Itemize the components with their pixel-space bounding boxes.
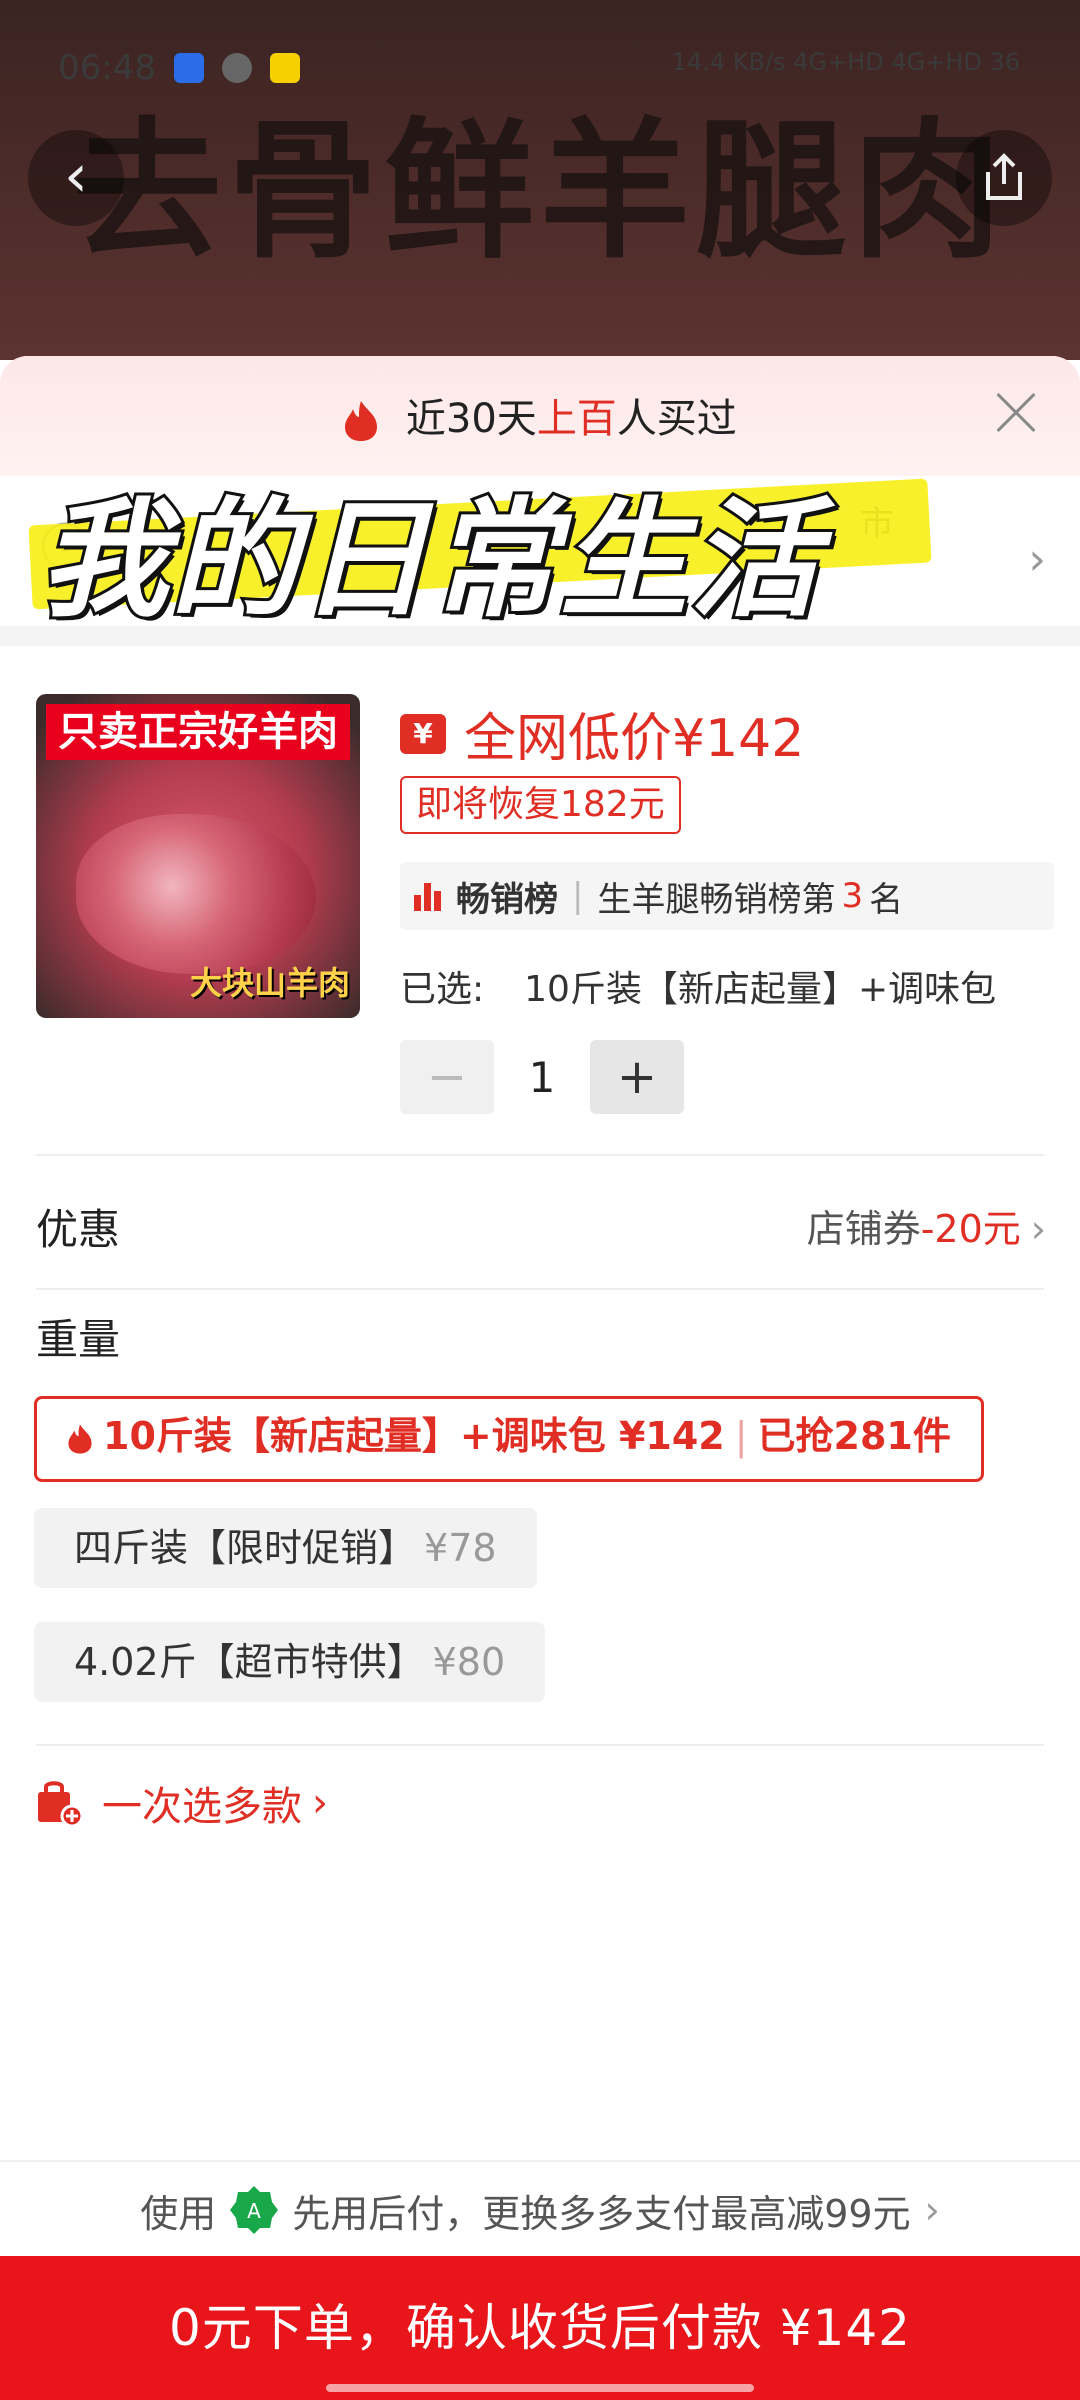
rank-bars-icon <box>414 883 441 911</box>
option-name: 4.02斤【超市特供】 <box>74 1640 425 1684</box>
divider <box>36 1744 1044 1746</box>
share-button[interactable] <box>956 130 1052 226</box>
decrease-button[interactable]: − <box>400 1040 494 1114</box>
weight-label: 重量 <box>36 1315 121 1364</box>
place-order-button[interactable]: 0元下单，确认收货后付款 ¥142 <box>0 2256 1080 2400</box>
status-time: 06:48 <box>58 48 156 88</box>
sold-highlight: 上百 <box>536 396 617 442</box>
rank-number: 3 <box>841 876 864 916</box>
app-notification-icon <box>173 53 204 83</box>
rank-suffix: 名 <box>869 879 904 920</box>
coupon-prefix: 店铺券 <box>806 1207 921 1251</box>
shopping-bag-icon <box>38 1781 84 1828</box>
bestseller-rank[interactable]: 畅销榜 | 生羊腿畅销榜第 3 名 <box>400 862 1054 930</box>
divider <box>36 1288 1044 1290</box>
chevron-right-icon: › <box>924 2188 940 2232</box>
weight-option[interactable]: 四斤装【限时促销】 ¥78 <box>34 1508 537 1588</box>
quantity-stepper: − 1 + <box>400 1040 684 1114</box>
pay-desc: 先用后付，更换多多支付最高减99元 <box>292 2191 911 2236</box>
close-icon[interactable] <box>990 386 1042 438</box>
app-badge-icon <box>269 53 300 83</box>
hero-banner-text: 去骨鲜羊腿肉 <box>71 105 1008 279</box>
pay-use-label: 使用 <box>140 2191 217 2236</box>
caption-text: 我的日常生活 <box>37 483 821 638</box>
option-sold: 已抢281件 <box>757 1414 951 1458</box>
rank-title: 畅销榜 <box>456 879 558 920</box>
quantity-value: 1 <box>528 1052 556 1102</box>
flame-icon <box>345 401 378 441</box>
address-chevron-icon[interactable]: › <box>1028 534 1046 585</box>
product-hero-image[interactable]: 去骨鲜羊腿肉 06:48 14.4 KB/s 4G+HD 4G+HD 36 ‹ <box>0 0 1080 360</box>
option-price: ¥80 <box>432 1640 506 1684</box>
weight-option-selected[interactable]: 10斤装【新店起量】+调味包 ¥142 | 已抢281件 <box>34 1396 984 1482</box>
selected-value: 10斤装【新店起量】+调味包 <box>524 969 997 1010</box>
divider <box>36 1154 1044 1156</box>
multi-select-link[interactable]: 一次选多款 › <box>34 1774 328 1832</box>
increase-button[interactable]: + <box>590 1040 684 1114</box>
option-name: 四斤装【限时促销】 <box>74 1526 417 1570</box>
home-indicator <box>326 2384 754 2392</box>
thumbnail-top-tag: 只卖正宗好羊肉 <box>46 704 350 760</box>
weight-option[interactable]: 4.02斤【超市特供】 ¥80 <box>34 1622 546 1702</box>
rank-desc: 生羊腿畅销榜第 <box>597 879 836 920</box>
status-dot-icon <box>221 53 252 83</box>
meat-image <box>76 814 316 974</box>
thumbnail-bottom-tag: 大块山羊肉 <box>189 964 350 1002</box>
pay-later-row[interactable]: 使用 A 先用后付，更换多多支付最高减99元 › <box>0 2160 1080 2258</box>
status-indicators: 14.4 KB/s 4G+HD 4G+HD 36 <box>671 48 1020 76</box>
status-bar: 06:48 <box>58 48 300 88</box>
chevron-right-icon: › <box>1030 1207 1046 1251</box>
sku-selector-sheet: 近30天上百人买过 市 › 我的日常生活 只卖正宗好羊肉 大块山羊肉 ¥ 全网低… <box>0 356 1080 2400</box>
discount-label: 优惠 <box>36 1205 121 1254</box>
price-text: 全网低价¥142 <box>464 709 805 769</box>
coupon-value: -20元 <box>920 1207 1021 1251</box>
chevron-right-icon: › <box>312 1780 328 1826</box>
share-icon <box>986 153 1022 200</box>
flame-icon <box>68 1424 92 1453</box>
svg-text:A: A <box>247 2199 261 2223</box>
option-name: 10斤装【新店起量】+调味包 <box>103 1414 606 1458</box>
selected-label: 已选: <box>400 969 485 1010</box>
sold-suffix: 人买过 <box>616 396 737 442</box>
multi-select-label: 一次选多款 <box>102 1784 302 1830</box>
pay-later-logo-icon: A <box>230 2186 279 2234</box>
yen-badge-icon: ¥ <box>400 713 446 754</box>
restore-price-badge: 即将恢复182元 <box>400 776 681 834</box>
back-button[interactable]: ‹ <box>28 130 124 226</box>
sold-prefix: 近30天 <box>405 396 537 442</box>
price-row: ¥ 全网低价¥142 <box>400 696 804 771</box>
video-caption-overlay: 我的日常生活 <box>28 456 932 641</box>
selected-sku: 已选: 10斤装【新店起量】+调味包 <box>400 960 996 1012</box>
discount-row[interactable]: 店铺券-20元 › <box>807 1198 1046 1253</box>
option-price: ¥142 <box>618 1414 725 1458</box>
option-price: ¥78 <box>424 1526 497 1570</box>
product-thumbnail[interactable]: 只卖正宗好羊肉 大块山羊肉 <box>36 694 360 1018</box>
section-divider <box>0 626 1080 646</box>
